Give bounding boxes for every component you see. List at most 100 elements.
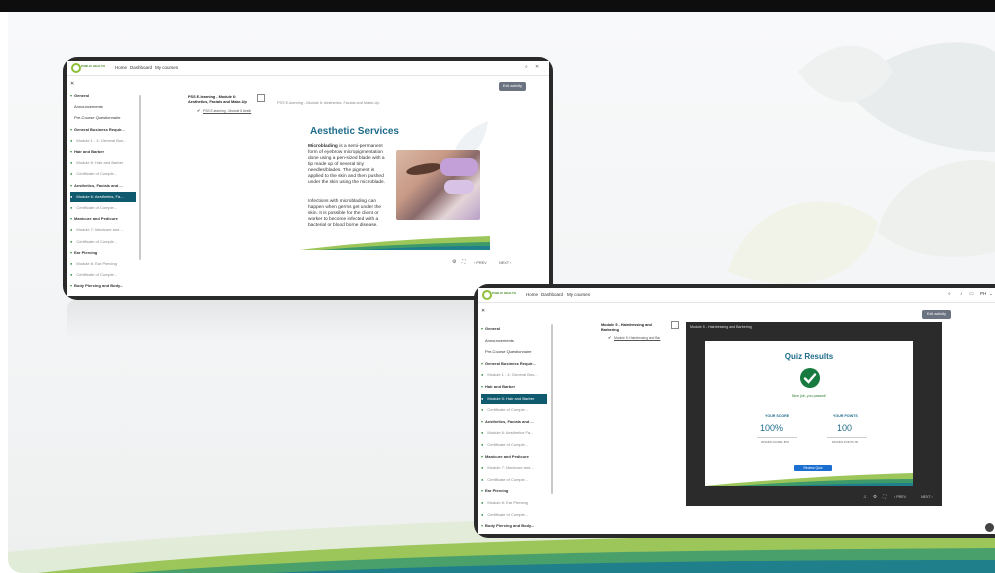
next-button[interactable]: NEXT ›	[921, 495, 933, 499]
course-section[interactable]: ▾ Manicure and Pedicure	[70, 214, 136, 224]
bell-icon[interactable]: ♪	[960, 291, 963, 297]
nav-home-link[interactable]: Home	[526, 292, 538, 297]
nav-mycourses-link[interactable]: My courses	[155, 65, 178, 70]
user-menu[interactable]: PH	[980, 291, 986, 296]
course-section[interactable]: ▾ Body Piercing and Body...	[481, 521, 547, 532]
course-activity[interactable]: ● Module 8: Ear Piercing	[481, 498, 547, 509]
activity-status-icon: ●	[481, 395, 484, 401]
course-activity[interactable]: ● Certificate of Comple...	[70, 237, 136, 247]
next-button[interactable]: NEXT ›	[499, 261, 511, 265]
next-label: NEXT	[499, 261, 510, 265]
pass-message: Nice job, you passed!	[791, 394, 827, 398]
exit-activity-button[interactable]: Exit activity	[922, 310, 951, 319]
exit-activity-button[interactable]: Exit activity	[499, 82, 526, 91]
course-activity[interactable]: Announcements	[481, 336, 547, 347]
right-top-nav: PUBLIC HEALTH Home Dashboard My courses …	[478, 288, 995, 303]
close-drawer-icon[interactable]: ✕	[70, 81, 74, 87]
course-section[interactable]: ▾ General Business Requir...	[481, 359, 547, 370]
course-section[interactable]: ▾ Aesthetics, Facials and ...	[70, 181, 136, 191]
activity-done-link[interactable]: Module 5: Hairdressing and Bar	[614, 336, 660, 340]
fullscreen-icon[interactable]: ⛶	[883, 494, 886, 499]
course-index-label: Certificate of Comple...	[487, 476, 529, 482]
slide-green-swoosh	[300, 236, 490, 250]
chevron-down-icon: ▾	[70, 216, 73, 222]
chat-icon[interactable]: ▭	[969, 291, 974, 297]
course-section[interactable]: ▾ General	[70, 91, 136, 101]
help-icon[interactable]	[985, 523, 994, 532]
course-activity[interactable]: ● Module 7: Manicure and ...	[70, 225, 136, 235]
nav-dashboard-link[interactable]: Dashboard	[541, 292, 563, 297]
course-section[interactable]: ▾ Ear Piercing	[70, 248, 136, 258]
left-sidebar-scrollbar[interactable]	[139, 95, 141, 260]
nav-home-link[interactable]: Home	[115, 65, 127, 70]
course-section[interactable]: ▾ Manicure and Pedicure	[481, 452, 547, 463]
chevron-down-icon: ▾	[481, 418, 484, 424]
course-activity[interactable]: ● Module 6: Aesthetics Fa...	[481, 428, 547, 439]
course-index-label: Hair and Barber	[485, 384, 516, 389]
your-score-value: 100%	[760, 423, 784, 433]
volume-icon[interactable]: ♫	[863, 494, 866, 499]
course-activity[interactable]: ● Certificate of Comple...	[481, 475, 547, 486]
course-activity[interactable]: ● Module 5: Hair and Barber	[481, 393, 547, 405]
collapse-toggle[interactable]	[671, 321, 679, 329]
prev-button[interactable]: ‹ PREV	[474, 261, 487, 265]
course-section[interactable]: ▾ Body Piercing and Body...	[70, 281, 136, 291]
search-icon[interactable]: ⌕	[525, 64, 528, 70]
points-divider	[827, 437, 867, 438]
course-activity[interactable]: Pre-Course Questionnaire	[481, 347, 547, 358]
activity-done-link[interactable]: PSS E-learning - Module 6 Aesth	[203, 109, 251, 113]
nav-dashboard-link[interactable]: Dashboard	[130, 65, 152, 70]
course-index-label: General Business Requir...	[74, 126, 125, 132]
course-activity[interactable]: Pre-Course Questionnaire	[70, 113, 136, 123]
close-icon[interactable]: ✕	[535, 64, 539, 70]
course-activity[interactable]: ● Certificate of Comple...	[481, 405, 547, 416]
course-activity[interactable]: ● Module 5: Hair and Barber	[70, 158, 136, 168]
course-activity[interactable]: ● Module 7: Manicure and...	[481, 463, 547, 474]
search-icon[interactable]: ⌕	[948, 291, 951, 297]
chevron-down-icon[interactable]: ⌄	[989, 291, 993, 297]
right-sidebar-scrollbar[interactable]	[551, 324, 553, 494]
course-activity[interactable]: ● Module 1 - 4: General Bus...	[70, 136, 136, 146]
course-activity[interactable]: ● Certificate of Comple...	[481, 510, 547, 521]
fullscreen-icon[interactable]: ⛶	[462, 259, 466, 265]
course-activity[interactable]: Announcements	[70, 102, 136, 112]
course-activity[interactable]: ● Certificate of Comple...	[70, 270, 136, 280]
microblading-term: Microblading	[308, 144, 338, 149]
window-top-bar	[0, 0, 995, 12]
course-section[interactable]: ▾ General Business Requir...	[70, 125, 136, 135]
course-index-label: General	[485, 326, 500, 331]
quiz-player-panel: Module 5 - Hairdressing and Barbering Qu…	[686, 322, 942, 506]
chevron-down-icon: ▾	[70, 126, 73, 132]
prev-label: PREV	[476, 261, 487, 265]
activity-title: Module 5 - Hairdressing and Barbering	[601, 323, 652, 332]
course-index-label: General	[74, 93, 89, 98]
settings-icon[interactable]: ⚙	[873, 494, 877, 500]
course-index-label: Module 1 - 4: General Bus...	[76, 137, 127, 143]
course-index-label: Pre-Course Questionnaire	[485, 349, 532, 355]
passing-score: PASSING SCORE: 80%	[761, 441, 789, 444]
course-section[interactable]: ▾ Ear Piercing	[481, 486, 547, 497]
course-activity[interactable]: ● Certificate of Comple...	[70, 169, 136, 179]
prev-button[interactable]: ‹ PREV	[894, 495, 906, 499]
activity-status-icon: ●	[481, 372, 484, 378]
course-activity[interactable]: ● Certificate of Comple...	[481, 440, 547, 451]
collapse-toggle[interactable]	[257, 94, 265, 102]
course-section[interactable]: ▾ Hair and Barber	[481, 382, 547, 393]
activity-status-icon: ●	[70, 272, 73, 278]
chevron-down-icon: ▾	[481, 326, 484, 331]
course-activity[interactable]: ● Module 1 - 4: General Bus...	[481, 370, 547, 381]
course-section[interactable]: ▾ General	[481, 324, 547, 335]
course-activity[interactable]: ● Module 6: Aesthetics, Fa...	[70, 191, 136, 202]
right-screen: PUBLIC HEALTH Home Dashboard My courses …	[478, 288, 995, 534]
course-section[interactable]: ▾ Hair and Barber	[70, 147, 136, 157]
check-icon: ✔	[608, 335, 612, 340]
course-activity[interactable]: ● Certificate of Comple...	[70, 203, 136, 213]
nav-mycourses-link[interactable]: My courses	[567, 292, 590, 297]
chevron-down-icon: ▾	[481, 453, 484, 459]
left-course-index: ▾ General Announcements Pre-Course Questi…	[70, 91, 142, 296]
settings-icon[interactable]: ⚙	[452, 259, 456, 265]
quiz-green-swoosh	[705, 473, 913, 486]
course-activity[interactable]: ● Module 8: Ear Piercing	[70, 259, 136, 269]
close-drawer-icon[interactable]: ✕	[481, 308, 485, 314]
course-section[interactable]: ▾ Aesthetics, Facials and ...	[481, 417, 547, 428]
